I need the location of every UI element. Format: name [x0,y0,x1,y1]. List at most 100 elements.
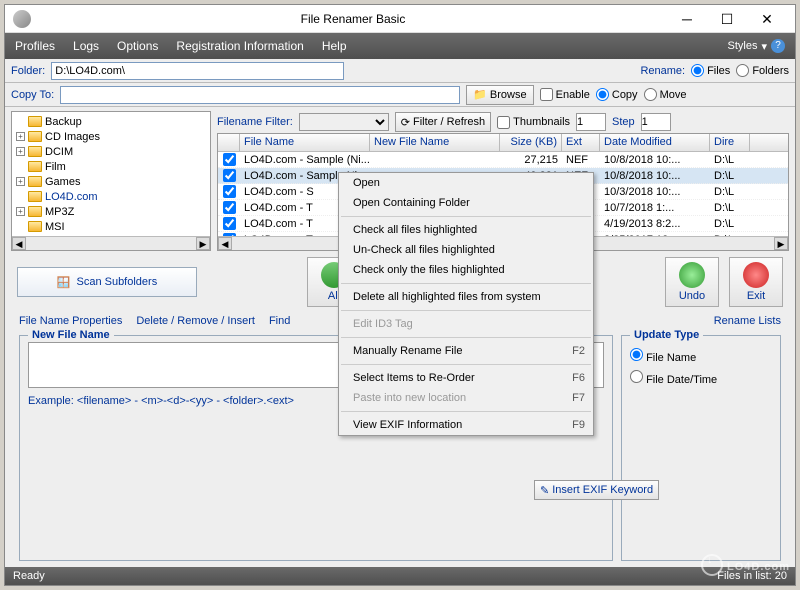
col-newname[interactable]: New File Name [370,134,500,151]
context-menu-item[interactable]: Open Containing Folder [339,193,593,213]
menu-registration[interactable]: Registration Information [176,39,303,53]
folder-icon [28,116,42,127]
tab-properties[interactable]: File Name Properties [19,315,122,327]
tree-item-label: Games [45,176,80,188]
tree-item-label: MSI [45,221,65,233]
filename-filter-label: Filename Filter: [217,116,293,128]
menu-profiles[interactable]: Profiles [15,39,55,53]
row-checkbox[interactable] [223,153,236,166]
expand-icon[interactable]: + [16,147,25,156]
context-menu-item[interactable]: Select Items to Re-OrderF6 [339,368,593,388]
tab-rename-lists[interactable]: Rename Lists [714,315,781,327]
app-icon [13,10,31,28]
context-menu-item[interactable]: View EXIF InformationF9 [339,415,593,435]
expand-icon[interactable]: + [16,207,25,216]
thumbnails-checkbox[interactable]: Thumbnails [497,116,570,129]
folder-icon [28,191,42,202]
undo-button[interactable]: Undo [665,257,719,307]
context-menu-item[interactable]: Delete all highlighted files from system [339,287,593,307]
rename-files-radio[interactable]: Files [691,64,730,77]
col-ext[interactable]: Ext [562,134,600,151]
copy-radio[interactable]: Copy [596,88,638,101]
folder-icon [28,206,42,217]
insert-exif-button[interactable]: ✎Insert EXIF Keyword [534,480,659,500]
copyto-input[interactable] [60,86,460,104]
tree-item-label: CD Images [45,131,100,143]
folder-icon [28,176,42,187]
grid-header: File Name New File Name Size (KB) Ext Da… [218,134,788,152]
table-row[interactable]: LO4D.com - Sample (Ni... 27,215 NEF 10/8… [218,152,788,168]
status-ready: Ready [13,570,45,582]
folder-label: Folder: [11,65,45,77]
thumbnail-spinner[interactable] [576,113,606,131]
col-size[interactable]: Size (KB) [500,134,562,151]
context-menu-item[interactable]: Manually Rename FileF2 [339,341,593,361]
folder-input[interactable] [51,62,344,80]
update-filename-radio[interactable]: File Name [630,348,772,364]
context-menu[interactable]: OpenOpen Containing Folder Check all file… [338,172,594,436]
menu-options[interactable]: Options [117,39,158,53]
exit-button[interactable]: Exit [729,257,783,307]
cell-dir: D:\L [710,218,750,230]
cell-dir: D:\L [710,170,750,182]
browse-button[interactable]: 📁Browse [466,85,533,105]
enable-checkbox[interactable]: Enable [540,88,590,101]
tree-item[interactable]: +Backup [16,114,206,129]
rename-folders-radio[interactable]: Folders [736,64,789,77]
minimize-button[interactable]: ─ [667,7,707,31]
col-date[interactable]: Date Modified [600,134,710,151]
menu-help[interactable]: Help [322,39,347,53]
tree-item[interactable]: + Games [16,174,206,189]
styles-menu[interactable]: Styles ▾ ? [728,39,786,53]
row-checkbox[interactable] [223,201,236,214]
expand-icon[interactable]: + [16,177,25,186]
window-title: File Renamer Basic [39,12,667,26]
tab-delete[interactable]: Delete / Remove / Insert [136,315,255,327]
cell-dir: D:\L [710,186,750,198]
context-menu-item[interactable]: Check only the files highlighted [339,260,593,280]
tree-item[interactable]: +DCIM [16,144,206,159]
tree-item[interactable]: +LO4D.com [16,189,206,204]
step-spinner[interactable] [641,113,671,131]
update-type-group: Update Type File Name File Date/Time [621,335,781,561]
new-filename-legend: New File Name [28,329,114,341]
rename-label: Rename: [640,65,685,77]
maximize-button[interactable]: ☐ [707,7,747,31]
expand-icon[interactable]: + [16,132,25,141]
col-dir[interactable]: Dire [710,134,750,151]
folder-icon [28,161,42,172]
move-radio[interactable]: Move [644,88,687,101]
filter-refresh-button[interactable]: ⟳Filter / Refresh [395,112,491,132]
update-filedate-radio[interactable]: File Date/Time [630,370,772,386]
tree-item[interactable]: +MP3Z [16,204,206,219]
context-menu-item[interactable]: Check all files highlighted [339,220,593,240]
filename-filter-select[interactable] [299,113,389,131]
cell-date: 10/8/2018 10:... [600,170,710,182]
folder-icon [28,146,42,157]
context-menu-item: Paste into new locationF7 [339,388,593,408]
tree-item[interactable]: +Film [16,159,206,174]
row-checkbox[interactable] [223,217,236,230]
scan-subfolders-button[interactable]: 🪟Scan Subfolders [17,267,197,297]
context-menu-item[interactable]: Open [339,173,593,193]
copyto-toolbar: Copy To: 📁Browse Enable Copy Move [5,83,795,107]
menu-logs[interactable]: Logs [73,39,99,53]
cell-date: 10/7/2018 1:... [600,202,710,214]
tree-item[interactable]: + CD Images [16,129,206,144]
cell-date: 10/3/2018 10:... [600,186,710,198]
step-label: Step [612,116,635,128]
refresh-icon: ⟳ [401,116,410,129]
row-checkbox[interactable] [223,185,236,198]
cell-dir: D:\L [710,202,750,214]
context-menu-item[interactable]: Un-Check all files highlighted [339,240,593,260]
tree-item-label: LO4D.com [45,191,98,203]
col-filename[interactable]: File Name [240,134,370,151]
help-icon[interactable]: ? [771,39,785,53]
row-checkbox[interactable] [223,169,236,182]
close-button[interactable]: ✕ [747,7,787,31]
folder-tree[interactable]: +Backup+CD Images+DCIM+Film+Games+LO4D.c… [11,111,211,251]
tree-scrollbar[interactable]: ◀▶ [12,236,210,250]
tree-item[interactable]: +MSI [16,219,206,234]
tab-find[interactable]: Find [269,315,290,327]
watermark: LO4D.com [701,554,790,576]
